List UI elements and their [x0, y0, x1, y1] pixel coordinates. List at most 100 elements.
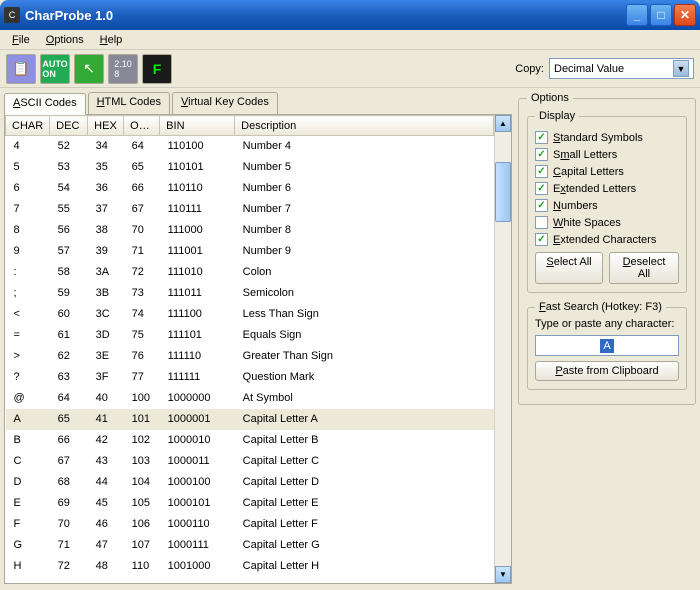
cell-hex: 34 — [88, 136, 124, 157]
table-row[interactable]: 7553767110111Number 7 — [6, 199, 494, 220]
checkbox-std[interactable]: ✓ — [535, 131, 548, 144]
tab-vk[interactable]: Virtual Key Codes — [172, 92, 278, 114]
table-header-row: CHAR DEC HEX O… BIN Description — [6, 116, 494, 136]
cell-bin: 111100 — [160, 304, 235, 325]
cell-desc: Capital Letter E — [235, 493, 494, 514]
cell-dec: 69 — [50, 493, 88, 514]
cell-bin: 1000001 — [160, 409, 235, 430]
select-all-button[interactable]: Select All — [535, 252, 603, 284]
scroll-up-icon[interactable]: ▲ — [495, 115, 511, 132]
toolbtn-copy-icon[interactable]: 📋 — [6, 54, 36, 84]
table-row[interactable]: C67431031000011Capital Letter C — [6, 451, 494, 472]
table-row[interactable]: E69451051000101Capital Letter E — [6, 493, 494, 514]
cell-char: 9 — [6, 241, 50, 262]
fastsearch-legend: Fast Search (Hotkey: F3) — [535, 301, 666, 313]
maximize-button[interactable]: □ — [650, 4, 672, 26]
scroll-down-icon[interactable]: ▼ — [495, 566, 511, 583]
col-hex[interactable]: HEX — [88, 116, 124, 136]
minimize-button[interactable]: _ — [626, 4, 648, 26]
cell-hex: 38 — [88, 220, 124, 241]
fastsearch-input[interactable]: A — [535, 335, 679, 356]
toolbtn-number-icon[interactable]: 2.108 — [108, 54, 138, 84]
cell-char: C — [6, 451, 50, 472]
col-desc[interactable]: Description — [235, 116, 494, 136]
cell-hex: 3B — [88, 283, 124, 304]
col-dec[interactable]: DEC — [50, 116, 88, 136]
cell-char: A — [6, 409, 50, 430]
label-ext-letters[interactable]: Extended Letters — [553, 183, 636, 195]
table-row[interactable]: F70461061000110Capital Letter F — [6, 514, 494, 535]
tab-html[interactable]: HTML Codes — [88, 92, 170, 114]
col-bin[interactable]: BIN — [160, 116, 235, 136]
cell-hex: 35 — [88, 157, 124, 178]
toolbtn-auto-on-icon[interactable]: AUTOON — [40, 54, 70, 84]
cell-bin: 111110 — [160, 346, 235, 367]
checkbox-ext-chars[interactable]: ✓ — [535, 233, 548, 246]
checkbox-caps[interactable]: ✓ — [535, 165, 548, 178]
table-row[interactable]: 5533565110101Number 5 — [6, 157, 494, 178]
cell-char: < — [6, 304, 50, 325]
menu-options[interactable]: Options — [38, 32, 92, 48]
label-ws[interactable]: White Spaces — [553, 217, 621, 229]
label-caps[interactable]: Capital Letters — [553, 166, 624, 178]
table-row[interactable]: 4523464110100Number 4 — [6, 136, 494, 157]
table-row[interactable]: =613D75111101Equals Sign — [6, 325, 494, 346]
col-char[interactable]: CHAR — [6, 116, 50, 136]
cell-hex: 37 — [88, 199, 124, 220]
table-row[interactable]: ;593B73111011Semicolon — [6, 283, 494, 304]
cell-dec: 68 — [50, 472, 88, 493]
copy-dropdown[interactable]: Decimal Value ▼ — [549, 58, 694, 79]
table-row[interactable]: D68441041000100Capital Letter D — [6, 472, 494, 493]
options-legend: Options — [527, 92, 573, 104]
cell-bin: 111101 — [160, 325, 235, 346]
cell-oct: 103 — [124, 451, 160, 472]
cell-hex: 36 — [88, 178, 124, 199]
cell-oct: 70 — [124, 220, 160, 241]
toolbtn-format-icon[interactable]: F — [142, 54, 172, 84]
toolbtn-arrow-icon[interactable]: ↖ — [74, 54, 104, 84]
cell-char: ; — [6, 283, 50, 304]
menu-help[interactable]: Help — [92, 32, 131, 48]
label-ext-chars[interactable]: Extended Characters — [553, 234, 656, 246]
table-row[interactable]: 8563870111000Number 8 — [6, 220, 494, 241]
checkbox-small[interactable]: ✓ — [535, 148, 548, 161]
table-row[interactable]: 6543666110110Number 6 — [6, 178, 494, 199]
label-small[interactable]: Small Letters — [553, 149, 617, 161]
table-row[interactable]: B66421021000010Capital Letter B — [6, 430, 494, 451]
dropdown-arrow-icon[interactable]: ▼ — [673, 60, 689, 77]
cell-bin: 111001 — [160, 241, 235, 262]
checkbox-ext-letters[interactable]: ✓ — [535, 182, 548, 195]
cell-oct: 77 — [124, 367, 160, 388]
checkbox-numbers[interactable]: ✓ — [535, 199, 548, 212]
label-std[interactable]: Standard Symbols — [553, 132, 643, 144]
cell-desc: Capital Letter H — [235, 556, 494, 577]
cell-dec: 54 — [50, 178, 88, 199]
table-row[interactable]: H72481101001000Capital Letter H — [6, 556, 494, 577]
paste-clipboard-button[interactable]: Paste from Clipboard — [535, 361, 679, 381]
window-title: CharProbe 1.0 — [25, 8, 626, 23]
cell-dec: 53 — [50, 157, 88, 178]
deselect-all-button[interactable]: Deselect All — [609, 252, 679, 284]
close-button[interactable]: ✕ — [674, 4, 696, 26]
vertical-scrollbar[interactable]: ▲ ▼ — [494, 115, 511, 583]
cell-bin: 1000010 — [160, 430, 235, 451]
table-row[interactable]: 9573971111001Number 9 — [6, 241, 494, 262]
cell-char: F — [6, 514, 50, 535]
table-row[interactable]: <603C74111100Less Than Sign — [6, 304, 494, 325]
cell-bin: 1000100 — [160, 472, 235, 493]
col-oct[interactable]: O… — [124, 116, 160, 136]
table-row[interactable]: ?633F77111111Question Mark — [6, 367, 494, 388]
cell-oct: 73 — [124, 283, 160, 304]
table-row[interactable]: :583A72111010Colon — [6, 262, 494, 283]
cell-desc: Capital Letter B — [235, 430, 494, 451]
tab-ascii[interactable]: ASCII Codes — [4, 93, 86, 115]
checkbox-ws[interactable] — [535, 216, 548, 229]
table-row[interactable]: >623E76111110Greater Than Sign — [6, 346, 494, 367]
scroll-thumb[interactable] — [495, 162, 511, 222]
cell-char: 4 — [6, 136, 50, 157]
table-row[interactable]: G71471071000111Capital Letter G — [6, 535, 494, 556]
label-numbers[interactable]: Numbers — [553, 200, 598, 212]
table-row[interactable]: @64401001000000At Symbol — [6, 388, 494, 409]
menu-file[interactable]: File — [4, 32, 38, 48]
table-row[interactable]: A65411011000001Capital Letter A — [6, 409, 494, 430]
